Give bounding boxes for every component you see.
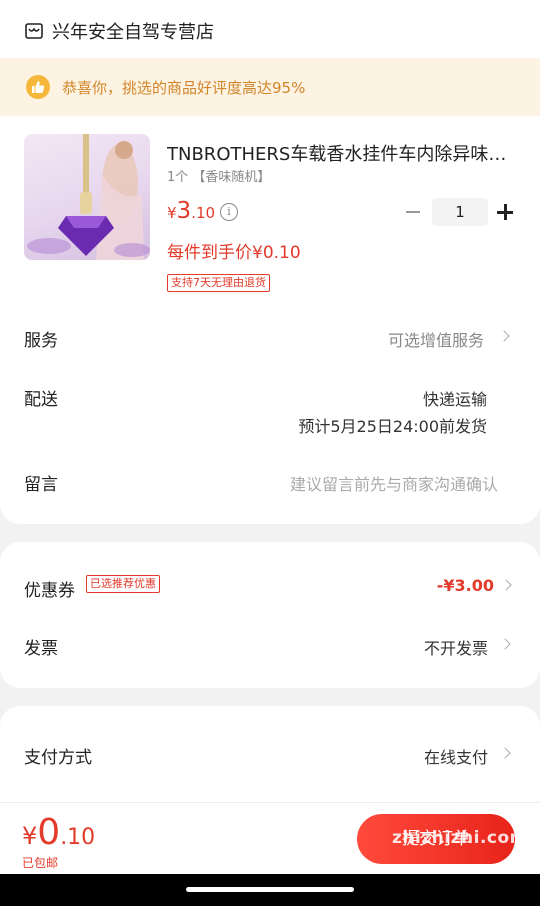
price-symbol: ¥ [167,204,177,222]
note-label: 留言 [24,475,58,495]
shop-header[interactable]: 兴年安全自驾专营店 [24,14,214,48]
banner-text: 恭喜你，挑选的商品好评度高达95% [62,78,306,97]
total-integer: 0 [37,812,61,853]
price-decimal: .10 [191,204,216,222]
price-integer: 3 [176,198,192,224]
return-policy-tag: 支持7天无理由退货 [167,274,270,292]
coupon-label: 优惠券 [24,581,75,601]
quantity-stepper: 1 [402,198,514,226]
delivery-method: 快递运输 [422,390,487,409]
product-sku[interactable]: 1个 【香味随机】 [167,166,270,185]
invoice-label: 发票 [24,639,58,659]
delivery-eta: 预计5月25日24:00前发货 [298,417,487,436]
quantity-input[interactable]: 1 [432,198,488,226]
discount-card [0,542,540,688]
unit-price: 每件到手价¥0.10 [167,243,301,263]
coupon-value[interactable]: -¥3.00 [437,576,494,595]
rating-banner: 恭喜你，挑选的商品好评度高达95% [0,58,540,116]
payment-value[interactable]: 在线支付 [424,744,488,768]
delivery-label: 配送 [24,390,58,410]
service-value[interactable]: 可选增值服务 [388,327,484,351]
note-input[interactable]: 建议留言前先与商家沟通确认 [290,471,498,495]
watermark: zhizhizhi.com [392,828,528,848]
info-icon[interactable]: i [220,203,238,221]
payment-label: 支付方式 [24,748,92,768]
product-title[interactable]: TNBROTHERS车载香水挂件车内除异味高... [167,140,517,166]
total-symbol: ¥ [22,822,38,850]
invoice-value[interactable]: 不开发票 [424,635,488,659]
minus-button[interactable] [402,198,424,226]
product-image[interactable] [24,134,150,260]
total-price: ¥ 0 .10 [22,812,95,853]
service-label: 服务 [24,331,58,351]
store-icon [25,23,43,39]
thumbs-up-icon [26,75,50,99]
shop-name: 兴年安全自驾专营店 [52,22,214,43]
shipping-note: 已包邮 [22,856,59,870]
plus-button[interactable] [496,198,514,226]
home-indicator[interactable] [186,887,354,892]
coupon-tag: 已选推荐优惠 [86,575,160,593]
total-decimal: .10 [60,825,96,850]
product-price: ¥ 3 .10 [167,198,215,224]
